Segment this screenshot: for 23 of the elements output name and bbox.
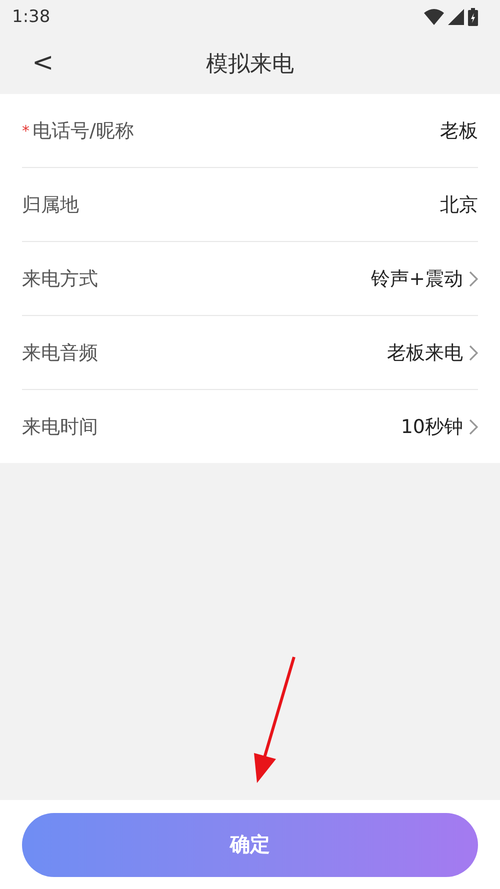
- chevron-right-icon[interactable]: [469, 270, 478, 286]
- chevron-right-icon[interactable]: [469, 418, 478, 434]
- list-row[interactable]: 来电方式 铃声+震动: [22, 242, 478, 316]
- row-value[interactable]: 10秒钟: [400, 414, 463, 440]
- back-button[interactable]: <: [28, 48, 58, 78]
- page-title: 模拟来电: [206, 51, 294, 79]
- row-value[interactable]: 铃声+震动: [371, 266, 463, 292]
- battery-icon: [468, 8, 478, 26]
- list-row[interactable]: 来电时间 10秒钟: [22, 390, 478, 463]
- row-label: 来电方式: [22, 266, 98, 292]
- chevron-right-icon[interactable]: [469, 344, 478, 360]
- row-value: 北京: [440, 192, 478, 218]
- required-mark: *: [22, 122, 30, 140]
- list-row[interactable]: 来电音频 老板来电: [22, 316, 478, 390]
- row-label: 来电时间: [22, 414, 98, 440]
- row-value: 老板: [440, 118, 478, 144]
- status-time: 1:38: [12, 7, 50, 27]
- row-label: 归属地: [22, 192, 79, 218]
- signal-icon: [448, 9, 464, 25]
- row-label: 来电音频: [22, 340, 98, 366]
- row-label: 电话号/昵称: [32, 118, 134, 144]
- row-value[interactable]: 老板来电: [387, 340, 463, 366]
- wifi-icon: [424, 9, 444, 25]
